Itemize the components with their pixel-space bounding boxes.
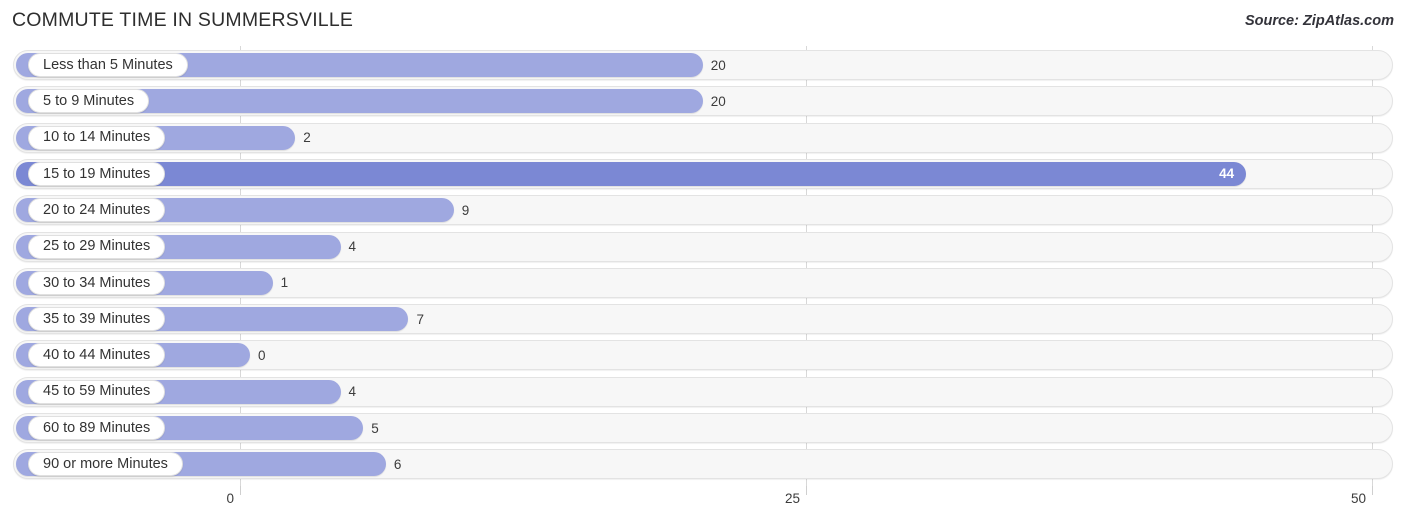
x-axis: 0 25 50 (0, 486, 1406, 522)
category-label: 45 to 59 Minutes (43, 383, 151, 400)
value-label: 6 (393, 456, 402, 472)
chart-plot-area: Less than 5 Minutes 20 5 to 9 Minutes 20 10 … (0, 46, 1406, 486)
category-label: 10 to 14 Minutes (43, 129, 151, 146)
axis-tick-label: 0 (226, 491, 234, 506)
value-label: 4 (348, 239, 357, 254)
category-label-pill: 20 to 24 Minutes (28, 198, 166, 223)
value-label: 20 (710, 57, 726, 73)
category-label-pill: 40 to 44 Minutes (28, 343, 166, 368)
chart-row[interactable]: 40 to 44 Minutes 0 (0, 340, 1406, 372)
category-label-pill: 25 to 29 Minutes (28, 234, 166, 259)
value-label: 4 (348, 384, 357, 400)
category-label-pill: 15 to 19 Minutes (28, 161, 166, 186)
chart-row[interactable]: Less than 5 Minutes 20 (0, 50, 1406, 82)
category-label: 60 to 89 Minutes (43, 419, 151, 436)
chart-header: COMMUTE TIME IN SUMMERSVILLE Source: Zip… (0, 0, 1406, 42)
axis-tick-0 (240, 486, 241, 495)
chart-row[interactable]: 60 to 89 Minutes 5 (0, 413, 1406, 445)
source-attribution: Source: ZipAtlas.com (1244, 13, 1394, 29)
value-label: 0 (258, 347, 266, 363)
category-label-pill: 5 to 9 Minutes (28, 89, 150, 114)
axis-tick-label: 25 (784, 491, 800, 506)
chart-row[interactable]: 30 to 34 Minutes 1 (0, 267, 1406, 300)
category-label-pill: 60 to 89 Minutes (28, 416, 166, 440)
value-label: 44 (1219, 166, 1235, 182)
category-label: 30 to 34 Minutes (43, 274, 151, 291)
value-label: 9 (461, 202, 470, 218)
axis-tick-50 (1372, 486, 1373, 495)
category-label-pill: 10 to 14 Minutes (28, 125, 166, 150)
category-label: 20 to 24 Minutes (43, 201, 151, 218)
value-bar[interactable] (16, 161, 1247, 186)
category-label: 90 or more Minutes (43, 456, 168, 473)
chart-row[interactable]: 25 to 29 Minutes 4 (0, 231, 1406, 264)
category-label: 15 to 19 Minutes (43, 165, 151, 182)
category-label: 5 to 9 Minutes (43, 93, 135, 110)
value-label: 7 (416, 311, 424, 327)
category-label-pill: 35 to 39 Minutes (28, 307, 166, 332)
category-label-pill: 90 or more Minutes (28, 452, 183, 477)
category-label-pill: Less than 5 Minutes (28, 53, 188, 77)
category-label: Less than 5 Minutes (43, 56, 173, 73)
chart-row[interactable]: 10 to 14 Minutes 2 (0, 122, 1406, 155)
category-label-pill: 45 to 59 Minutes (28, 379, 166, 404)
chart-row[interactable]: 90 or more Minutes 6 (0, 449, 1406, 481)
value-label: 5 (371, 420, 379, 436)
category-label-pill: 30 to 34 Minutes (28, 270, 166, 295)
axis-tick-label: 50 (1350, 491, 1366, 506)
value-label: 1 (280, 275, 289, 291)
category-label: 25 to 29 Minutes (43, 238, 151, 255)
value-label: 2 (303, 130, 311, 146)
chart-row[interactable]: 15 to 19 Minutes 44 (0, 158, 1406, 191)
bar-rows: Less than 5 Minutes 20 5 to 9 Minutes 20 10 … (0, 46, 1406, 486)
category-label: 35 to 39 Minutes (43, 310, 151, 327)
axis-tick-25 (806, 486, 807, 495)
category-label: 40 to 44 Minutes (43, 347, 151, 364)
chart-row[interactable]: 45 to 59 Minutes 4 (0, 376, 1406, 409)
chart-row[interactable]: 35 to 39 Minutes 7 (0, 304, 1406, 336)
chart-row[interactable]: 5 to 9 Minutes 20 (0, 86, 1406, 118)
value-label: 20 (710, 93, 726, 109)
chart-row[interactable]: 20 to 24 Minutes 9 (0, 195, 1406, 227)
page-title: COMMUTE TIME IN SUMMERSVILLE (12, 9, 354, 31)
